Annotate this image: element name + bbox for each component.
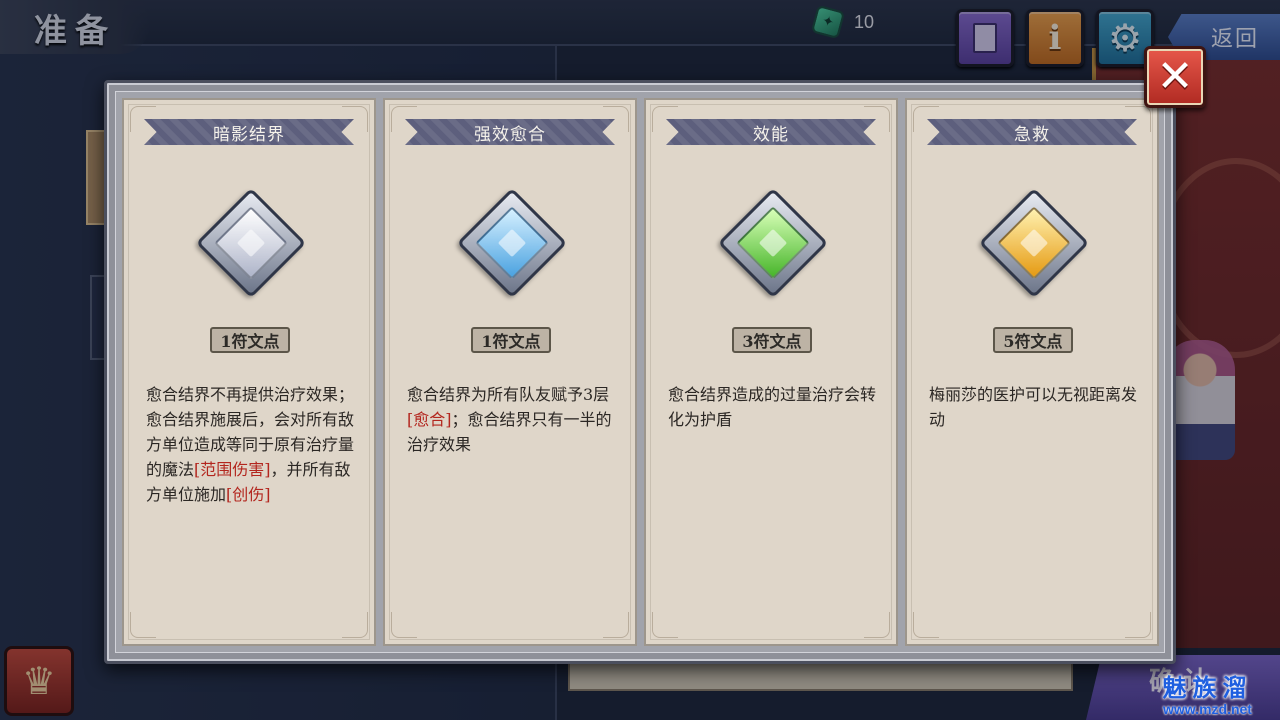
card-description: 梅丽莎的医护可以无视距离发动	[929, 385, 1138, 429]
card-description: 愈合结界为所有队友赋予3层[愈合]；愈合结界只有一半的治疗效果	[407, 385, 612, 454]
cost-badge: 3符文点	[732, 327, 812, 353]
rune-gem-icon	[195, 187, 307, 299]
card-title-banner: 急救	[927, 119, 1137, 145]
cost-label: 1符文点	[220, 332, 280, 351]
card-description: 愈合结界造成的过量治疗会转化为护盾	[668, 385, 877, 429]
card-title: 急救	[1014, 124, 1050, 145]
card-title-banner: 暗影结界	[144, 119, 354, 145]
rune-card[interactable]: 急救 5符文点 梅丽莎的医护可以无视距离发动	[905, 98, 1159, 646]
cost-label: 3符文点	[742, 332, 802, 351]
rune-card[interactable]: 强效愈合 1符文点 愈合结界为所有队友赋予3层[愈合]；愈合结界只有一半的治疗效…	[383, 98, 637, 646]
card-title: 效能	[753, 124, 789, 145]
cost-label: 5符文点	[1003, 332, 1063, 351]
keyword-heal: [愈合]	[407, 410, 452, 429]
keyword-aoe-damage: [范围伤害]	[194, 460, 271, 479]
close-button[interactable]: ✕	[1144, 46, 1206, 108]
cost-badge: 1符文点	[471, 327, 551, 353]
watermark-text: 魅族溜	[1162, 673, 1253, 702]
cost-label: 1符文点	[481, 332, 541, 351]
rune-gem-icon	[717, 187, 829, 299]
watermark: 魅族溜 www.mzd.net	[1135, 673, 1280, 717]
cost-badge: 1符文点	[210, 327, 290, 353]
close-icon: ✕	[1156, 51, 1194, 102]
cost-badge: 5符文点	[993, 327, 1073, 353]
keyword-wound: [创伤]	[226, 485, 271, 504]
watermark-url: www.mzd.net	[1163, 701, 1252, 717]
card-title-banner: 强效愈合	[405, 119, 615, 145]
card-title: 暗影结界	[213, 124, 285, 145]
card-description: 愈合结界不再提供治疗效果；愈合结界施展后，会对所有敌方单位造成等同于原有治疗量的…	[146, 385, 355, 504]
card-title-banner: 效能	[666, 119, 876, 145]
rune-gem-icon	[978, 187, 1090, 299]
card-title: 强效愈合	[474, 124, 546, 145]
rune-card[interactable]: 效能 3符文点 愈合结界造成的过量治疗会转化为护盾	[644, 98, 898, 646]
rune-card[interactable]: 暗影结界 1符文点 愈合结界不再提供治疗效果；愈合结界施展后，会对所有敌方单位造…	[122, 98, 376, 646]
rune-gem-icon	[456, 187, 568, 299]
